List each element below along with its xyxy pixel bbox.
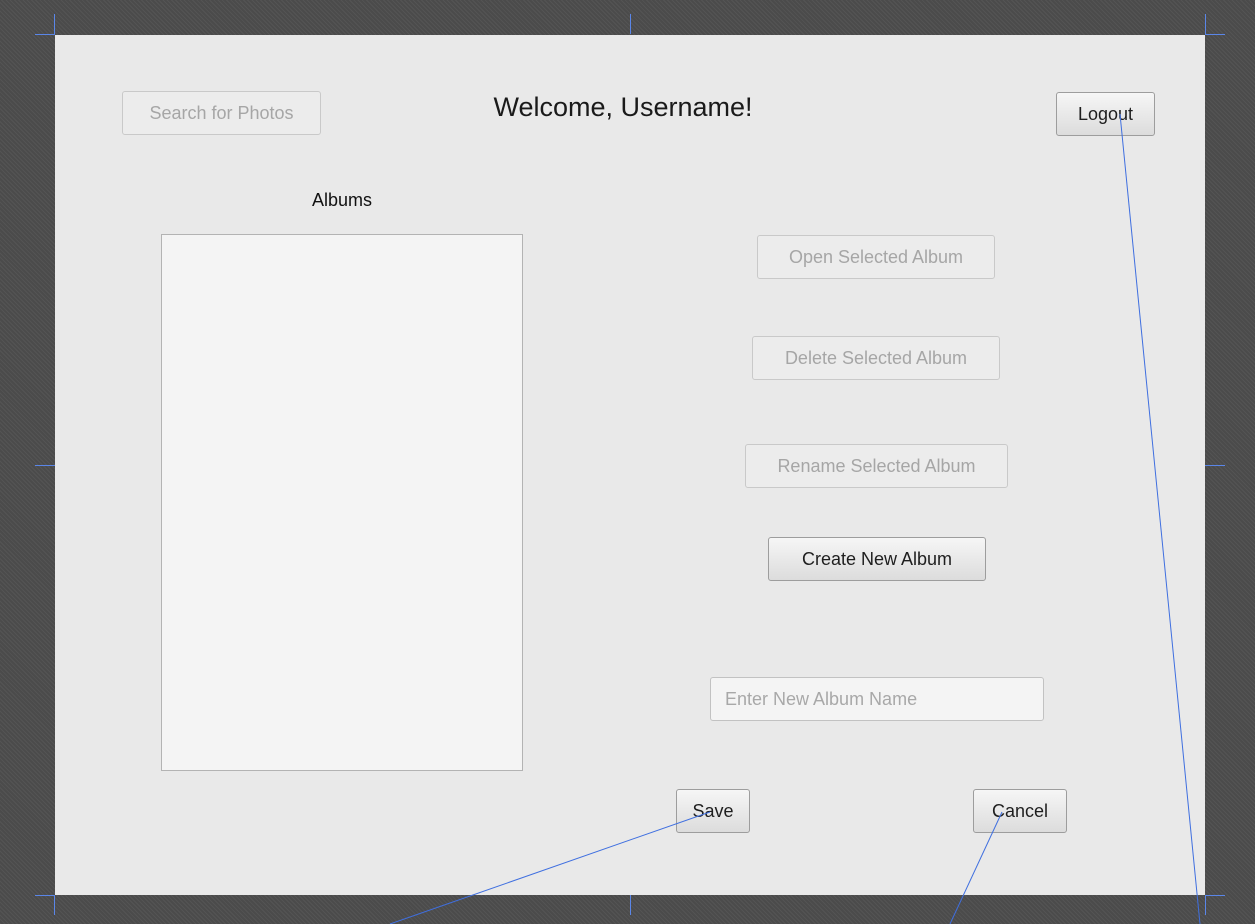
logout-connector-line [1119,113,1201,924]
save-connector-line [389,811,711,924]
connector-lines [389,113,1201,924]
cancel-connector-line [949,811,1003,924]
